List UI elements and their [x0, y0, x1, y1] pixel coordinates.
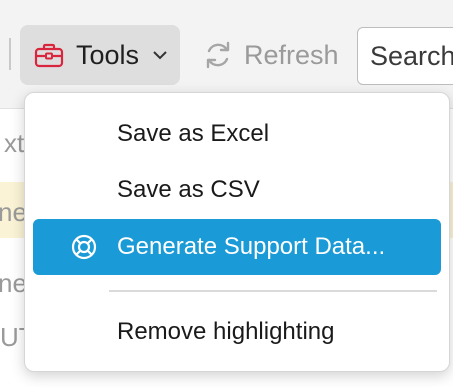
refresh-button[interactable]: Refresh	[196, 25, 348, 85]
tools-menu-button[interactable]: Tools	[20, 25, 180, 85]
menu-item-label: Save as CSV	[117, 176, 260, 203]
toolbar-separator	[9, 38, 11, 70]
menu-item-generate-support-data[interactable]: Generate Support Data...	[33, 219, 441, 275]
menu-item-save-as-excel[interactable]: Save as Excel	[33, 106, 441, 162]
menu-item-label: Generate Support Data...	[117, 233, 386, 260]
menu-item-label: Save as Excel	[117, 120, 270, 147]
refresh-button-label: Refresh	[244, 40, 339, 70]
menu-item-save-as-csv[interactable]: Save as CSV	[33, 162, 441, 218]
refresh-icon	[206, 41, 230, 69]
search-input[interactable]	[357, 27, 453, 85]
background-text-fragment: ne	[0, 268, 27, 298]
tools-button-label: Tools	[76, 40, 140, 70]
menu-divider	[109, 290, 437, 292]
menu-item-label: Remove highlighting	[117, 318, 335, 345]
background-text-fragment: ne	[0, 197, 27, 227]
chevron-down-icon	[153, 51, 167, 60]
app-window: xt ne ne UT | Contro Tools Ref	[0, 0, 453, 387]
toolbox-icon	[34, 43, 64, 68]
lifebuoy-icon	[71, 234, 97, 260]
background-text-fragment: xt	[4, 128, 25, 158]
menu-item-remove-highlighting[interactable]: Remove highlighting	[33, 304, 441, 360]
tools-dropdown-menu: Save as Excel Save as CSV Generate Suppo…	[24, 92, 450, 372]
